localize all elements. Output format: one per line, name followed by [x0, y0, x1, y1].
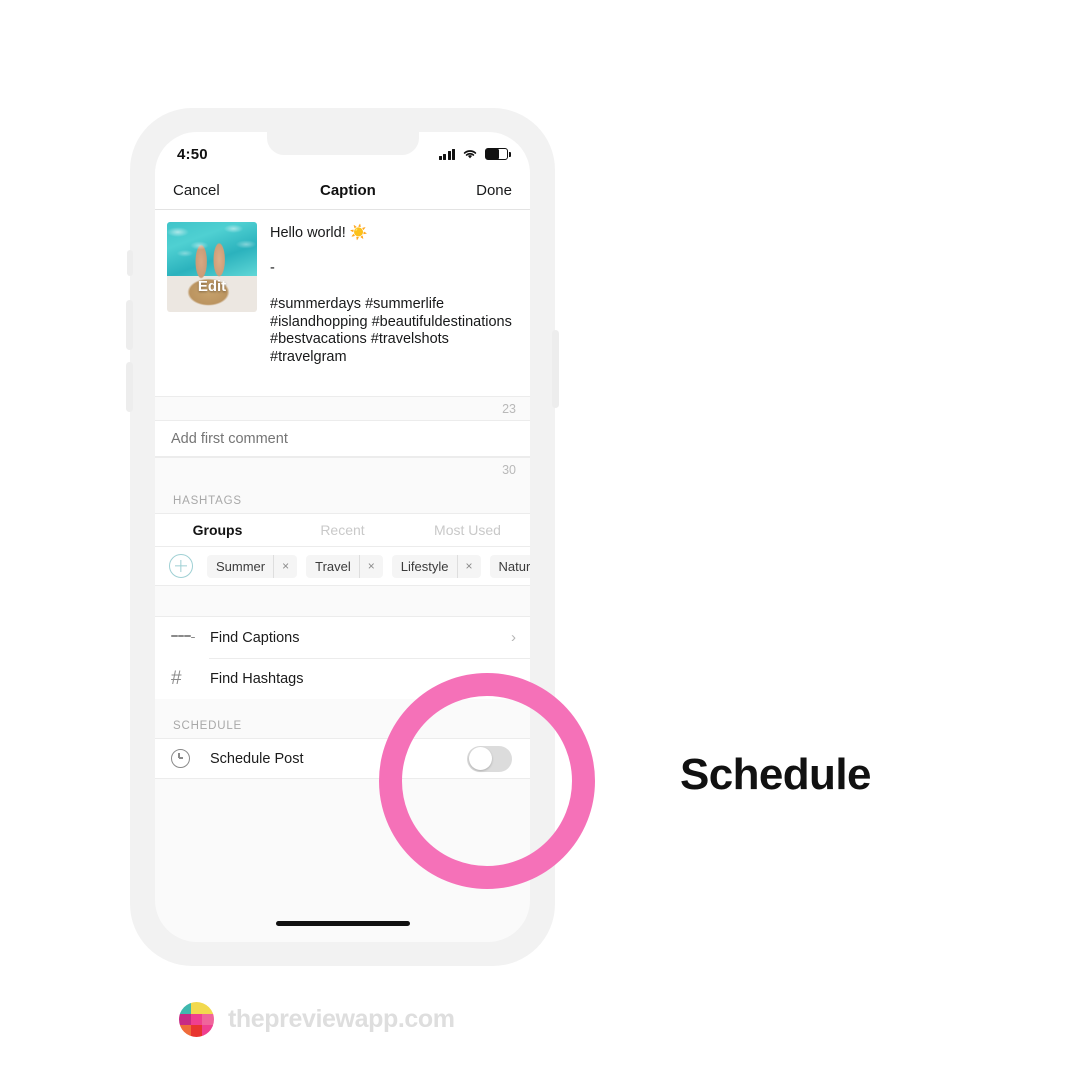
preview-app-logo-icon [179, 1002, 214, 1037]
lines-icon [171, 635, 195, 640]
nav-bar: Cancel Caption Done [155, 172, 530, 210]
caption-editor[interactable]: Edit Hello world! ☀️ - #summerdays #summ… [155, 210, 530, 396]
wifi-icon [463, 150, 477, 159]
annotation-title: Schedule [680, 750, 871, 799]
tab-recent[interactable]: Recent [280, 522, 405, 538]
close-icon[interactable]: × [456, 554, 481, 578]
hashtags-section-title: HASHTAGS [173, 495, 242, 507]
logo-cell [179, 1002, 191, 1014]
caption-hashtags-text: #summerdays #summerlife #islandhopping #… [270, 296, 512, 365]
chevron-right-icon: › [511, 629, 516, 646]
caption-char-counter: 23 [502, 401, 516, 416]
phone-mute-switch [127, 250, 133, 276]
logo-cell [179, 1025, 191, 1037]
post-thumbnail[interactable]: Edit [167, 222, 257, 312]
hashtag-group-chips[interactable]: Summer × Travel × Lifestyle × Nature × [155, 547, 530, 586]
comment-char-counter-strip: 30 [155, 457, 530, 481]
chip-label: Summer [216, 558, 266, 574]
cancel-button[interactable]: Cancel [173, 182, 220, 199]
edit-thumbnail-label[interactable]: Edit [167, 278, 257, 295]
hash-icon: # [171, 668, 182, 689]
caption-separator-dash: - [270, 260, 275, 276]
chip-label: Lifestyle [400, 558, 449, 574]
footer-url: thepreviewapp.com [228, 1005, 455, 1033]
comment-char-counter: 30 [502, 462, 516, 477]
first-comment-row[interactable] [155, 420, 530, 457]
phone-power-button [552, 330, 559, 408]
phone-volume-up-button [126, 300, 133, 350]
logo-cell [202, 1025, 214, 1037]
plus-circle-icon[interactable] [169, 554, 193, 578]
highlight-circle-annotation [379, 673, 595, 889]
signal-icon [438, 148, 455, 160]
tab-groups[interactable]: Groups [155, 522, 280, 538]
chip-nature[interactable]: Nature × [489, 554, 530, 578]
thumbnail-water-texture [167, 222, 257, 278]
chip-label: Nature [498, 558, 530, 574]
menu-row-find-captions[interactable]: Find Captions › [155, 617, 530, 658]
logo-cell [190, 1002, 203, 1014]
logo-cell [202, 1013, 214, 1026]
caption-text-block[interactable]: Hello world! ☀️ - #summerdays #summerlif… [257, 222, 518, 366]
status-icons [438, 148, 511, 160]
menu-label: Find Captions [210, 629, 300, 646]
tab-most-used[interactable]: Most Used [405, 522, 530, 538]
chip-travel[interactable]: Travel × [306, 554, 383, 578]
first-comment-input[interactable] [169, 429, 516, 448]
hashtag-tabs: Groups Recent Most Used [155, 513, 530, 547]
logo-cell [202, 1002, 214, 1014]
caption-char-counter-strip: 23 [155, 396, 530, 420]
hashtags-section-header: HASHTAGS [155, 481, 530, 513]
chip-lifestyle[interactable]: Lifestyle × [391, 554, 481, 578]
phone-notch [266, 132, 419, 155]
footer-branding: thepreviewapp.com [179, 1002, 455, 1037]
chip-label: Travel [315, 558, 351, 574]
home-indicator [275, 921, 410, 926]
logo-cell [190, 1025, 203, 1037]
page-title: Caption [320, 182, 376, 199]
schedule-section-title: SCHEDULE [173, 720, 243, 732]
phone-volume-down-button [126, 362, 133, 412]
logo-cell [190, 1013, 203, 1026]
caption-line-1: Hello world! ☀️ [270, 225, 368, 241]
close-icon[interactable]: × [273, 554, 297, 578]
battery-icon [485, 148, 511, 160]
clock-icon [171, 749, 195, 768]
section-spacer [155, 586, 530, 616]
caption-row: Edit Hello world! ☀️ - #summerdays #summ… [155, 222, 530, 366]
chip-summer[interactable]: Summer × [207, 554, 298, 578]
logo-cell [179, 1013, 191, 1026]
done-button[interactable]: Done [476, 182, 512, 199]
status-time: 4:50 [177, 145, 208, 163]
close-icon[interactable]: × [358, 554, 383, 578]
